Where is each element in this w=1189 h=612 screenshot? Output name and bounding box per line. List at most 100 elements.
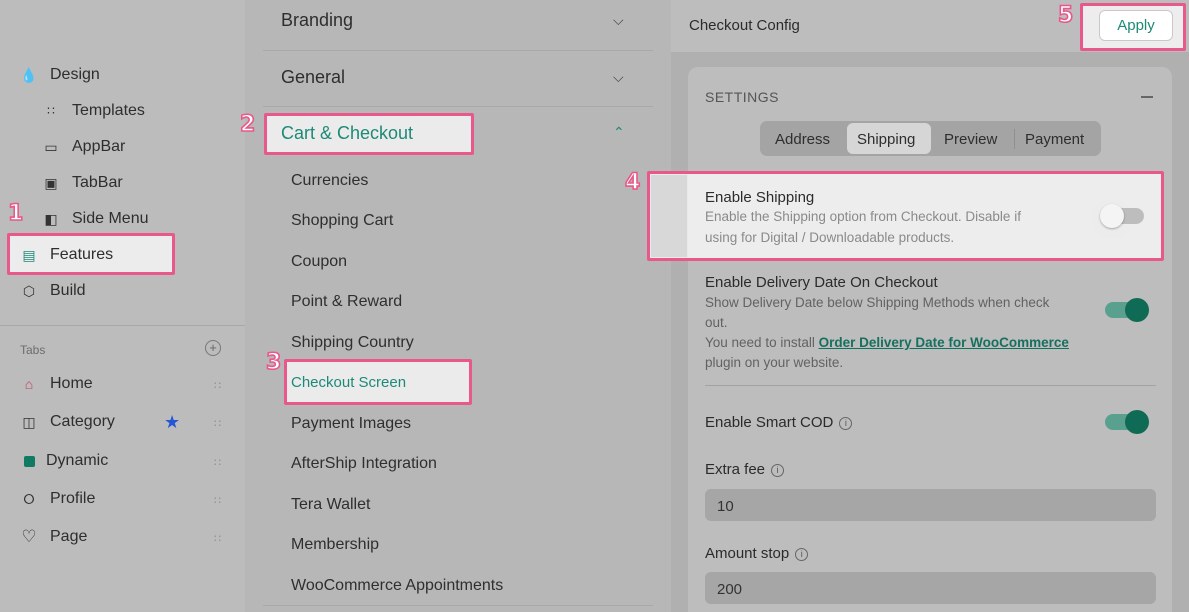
section-branding[interactable]: Branding bbox=[281, 10, 353, 31]
chevron-down-icon[interactable]: ⌵ bbox=[613, 12, 624, 29]
divider bbox=[263, 50, 653, 51]
delivery-date-desc: Show Delivery Date below Shipping Method… bbox=[705, 295, 1050, 310]
smart-cod-row: Enable Smart COD i bbox=[705, 414, 853, 431]
tab-item-category[interactable]: ◫ Category bbox=[20, 413, 115, 431]
menu-item-coupon[interactable]: Coupon bbox=[291, 253, 347, 271]
menu-item-checkout-screen[interactable]: Checkout Screen bbox=[291, 374, 406, 391]
star-icon: ★ bbox=[164, 412, 181, 432]
tab-item-label: Profile bbox=[50, 490, 96, 507]
amount-stop-input[interactable]: 200 bbox=[705, 572, 1156, 604]
annotation-badge-3: 3 bbox=[265, 349, 282, 376]
page-title: Checkout Config bbox=[689, 17, 800, 34]
toggle-knob bbox=[1100, 204, 1124, 228]
tab-item-page[interactable]: ♡ Page bbox=[20, 527, 88, 546]
collapse-icon[interactable] bbox=[1141, 96, 1153, 98]
chevron-up-icon[interactable]: ⌃ bbox=[613, 124, 625, 141]
enable-shipping-toggle[interactable] bbox=[1100, 204, 1144, 228]
enable-shipping-desc: using for Digital / Downloadable product… bbox=[705, 230, 955, 245]
tab-address[interactable]: Address bbox=[775, 131, 830, 148]
sidebar-features[interactable]: ▤ Features bbox=[20, 246, 113, 264]
dynamic-icon bbox=[20, 452, 38, 470]
divider bbox=[0, 325, 245, 326]
tab-item-label: Category bbox=[50, 413, 115, 430]
heart-icon: ♡ bbox=[21, 527, 37, 546]
menu-item-currencies[interactable]: Currencies bbox=[291, 172, 368, 190]
divider bbox=[263, 605, 653, 606]
tab-payment[interactable]: Payment bbox=[1025, 131, 1084, 148]
info-icon[interactable]: i bbox=[839, 417, 853, 430]
drag-handle-icon[interactable]: ∷ bbox=[214, 456, 221, 469]
tab-divider bbox=[1014, 129, 1015, 149]
side-menu-icon: ◧ bbox=[44, 210, 58, 227]
plugin-link[interactable]: Order Delivery Date for WooCommerce bbox=[819, 335, 1069, 350]
menu-item-point-reward[interactable]: Point & Reward bbox=[291, 293, 402, 311]
toggle-knob bbox=[1125, 410, 1149, 434]
cube-icon: ⬡ bbox=[22, 282, 36, 299]
settings-header: SETTINGS bbox=[705, 89, 780, 105]
menu-item-shopping-cart[interactable]: Shopping Cart bbox=[291, 212, 393, 230]
sidebar-item-label: TabBar bbox=[72, 174, 123, 191]
person-icon: ⭘ bbox=[23, 490, 35, 507]
delivery-date-title: Enable Delivery Date On Checkout bbox=[705, 274, 938, 291]
divider bbox=[705, 385, 1156, 386]
section-cart-checkout[interactable]: Cart & Checkout bbox=[281, 123, 413, 144]
tab-item-label: Home bbox=[50, 375, 93, 392]
drag-handle-icon[interactable]: ∷ bbox=[214, 379, 221, 392]
extra-fee-label: Extra fee bbox=[705, 461, 766, 478]
enable-shipping-title: Enable Shipping bbox=[705, 189, 815, 206]
settings-menu: Branding ⌵ General ⌵ Cart & Checkout ⌃ C… bbox=[245, 0, 671, 612]
tabs-header: Tabs bbox=[20, 343, 46, 357]
delivery-date-desc: You need to install Order Delivery Date … bbox=[705, 333, 1069, 353]
smart-cod-toggle[interactable] bbox=[1105, 410, 1149, 434]
tab-item-label: Page bbox=[50, 528, 88, 545]
sidebar-build[interactable]: ⬡ Build bbox=[20, 282, 86, 300]
drag-handle-icon[interactable]: ∷ bbox=[214, 532, 221, 545]
enable-shipping-desc: Enable the Shipping option from Checkout… bbox=[705, 209, 1021, 224]
sidebar-item-appbar[interactable]: ▭ AppBar bbox=[42, 138, 125, 156]
menu-item-payment-images[interactable]: Payment Images bbox=[291, 415, 411, 433]
menu-item-woocommerce-appointments[interactable]: WooCommerce Appointments bbox=[291, 577, 503, 595]
amount-stop-row: Amount stop i bbox=[705, 545, 809, 562]
highlight-shade bbox=[651, 175, 687, 257]
annotation-badge-2: 2 bbox=[239, 111, 256, 138]
sidebar-item-side-menu[interactable]: ◧ Side Menu bbox=[42, 210, 149, 228]
sidebar-design-label: Design bbox=[50, 66, 100, 83]
menu-item-shipping-country[interactable]: Shipping Country bbox=[291, 334, 414, 352]
apply-button[interactable]: Apply bbox=[1099, 10, 1173, 41]
archive-icon: ▤ bbox=[22, 246, 36, 263]
grid-icon: ∷ bbox=[47, 104, 55, 118]
tab-preview[interactable]: Preview bbox=[944, 131, 997, 148]
sidebar-design[interactable]: 💧 Design bbox=[20, 66, 100, 84]
delivery-date-toggle[interactable] bbox=[1105, 298, 1149, 322]
tab-item-profile[interactable]: ⭘ Profile bbox=[20, 490, 95, 508]
sidebar-item-tabbar[interactable]: ▣ TabBar bbox=[42, 174, 123, 192]
tab-shipping[interactable]: Shipping bbox=[857, 131, 915, 148]
home-icon: ⌂ bbox=[24, 376, 34, 392]
info-icon[interactable]: i bbox=[795, 548, 809, 561]
info-icon[interactable]: i bbox=[771, 464, 785, 477]
left-sidebar: 💧 Design ∷ Templates ▭ AppBar ▣ TabBar ◧… bbox=[0, 0, 245, 612]
menu-item-membership[interactable]: Membership bbox=[291, 536, 379, 554]
sidebar-build-label: Build bbox=[50, 282, 86, 299]
sidebar-item-templates[interactable]: ∷ Templates bbox=[42, 102, 145, 120]
chevron-down-icon[interactable]: ⌵ bbox=[613, 69, 624, 86]
menu-item-aftership[interactable]: AfterShip Integration bbox=[291, 455, 437, 473]
tab-item-dynamic[interactable]: Dynamic bbox=[20, 452, 108, 470]
menu-item-tera-wallet[interactable]: Tera Wallet bbox=[291, 496, 370, 514]
section-general[interactable]: General bbox=[281, 67, 345, 88]
divider bbox=[263, 106, 653, 107]
sidebar-item-label: AppBar bbox=[72, 138, 126, 155]
drag-handle-icon[interactable]: ∷ bbox=[214, 494, 221, 507]
drag-handle-icon[interactable]: ∷ bbox=[214, 417, 221, 430]
annotation-badge-5: 5 bbox=[1057, 2, 1074, 29]
extra-fee-input[interactable]: 10 bbox=[705, 489, 1156, 521]
sidebar-item-label: Side Menu bbox=[72, 210, 149, 227]
sidebar-features-label: Features bbox=[50, 246, 114, 263]
delivery-date-desc: out. bbox=[705, 315, 728, 330]
add-tab-icon[interactable]: + bbox=[205, 340, 221, 356]
tab-item-home[interactable]: ⌂ Home bbox=[20, 375, 93, 393]
design-icon: 💧 bbox=[20, 66, 38, 83]
install-text: You need to install bbox=[705, 335, 819, 350]
extra-fee-row: Extra fee i bbox=[705, 461, 785, 478]
appbar-icon: ▭ bbox=[44, 138, 58, 155]
